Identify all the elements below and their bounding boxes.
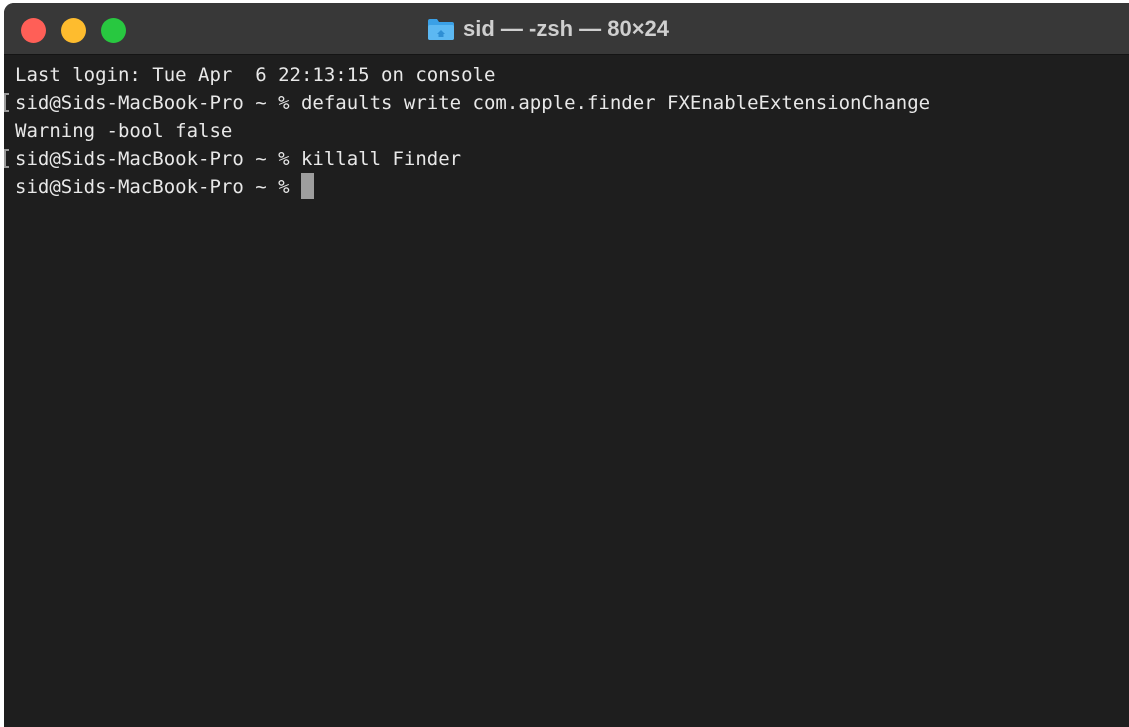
window-title: sid — -zsh — 80×24 — [427, 13, 669, 45]
command-mark — [4, 149, 9, 168]
terminal-line-text: sid@Sids-MacBook-Pro ~ % — [15, 176, 301, 198]
minimize-button[interactable] — [61, 18, 86, 43]
terminal-line: Warning -bool false — [4, 117, 1129, 145]
close-button[interactable] — [21, 18, 46, 43]
terminal-line: sid@Sids-MacBook-Pro ~ % — [4, 173, 1129, 201]
terminal-line-text: Last login: Tue Apr 6 22:13:15 on consol… — [15, 64, 496, 86]
block-cursor — [300, 173, 314, 199]
terminal-line: sid@Sids-MacBook-Pro ~ % killall Finder — [4, 145, 1129, 173]
terminal-line-text: Warning -bool false — [15, 120, 233, 142]
terminal-line: sid@Sids-MacBook-Pro ~ % defaults write … — [4, 89, 1129, 117]
terminal-output[interactable]: Last login: Tue Apr 6 22:13:15 on consol… — [4, 61, 1129, 727]
terminal-window: sid — -zsh — 80×24 Last login: Tue Apr 6… — [4, 3, 1129, 727]
zoom-button[interactable] — [101, 18, 126, 43]
window-title-text: sid — -zsh — 80×24 — [463, 16, 670, 41]
terminal-line: Last login: Tue Apr 6 22:13:15 on consol… — [4, 61, 1129, 89]
terminal-line-text: sid@Sids-MacBook-Pro ~ % defaults write … — [15, 92, 931, 114]
terminal-line-text: sid@Sids-MacBook-Pro ~ % killall Finder — [15, 148, 462, 170]
folder-icon — [428, 19, 454, 40]
title-bar[interactable]: sid — -zsh — 80×24 — [4, 3, 1129, 55]
command-mark — [4, 93, 9, 112]
